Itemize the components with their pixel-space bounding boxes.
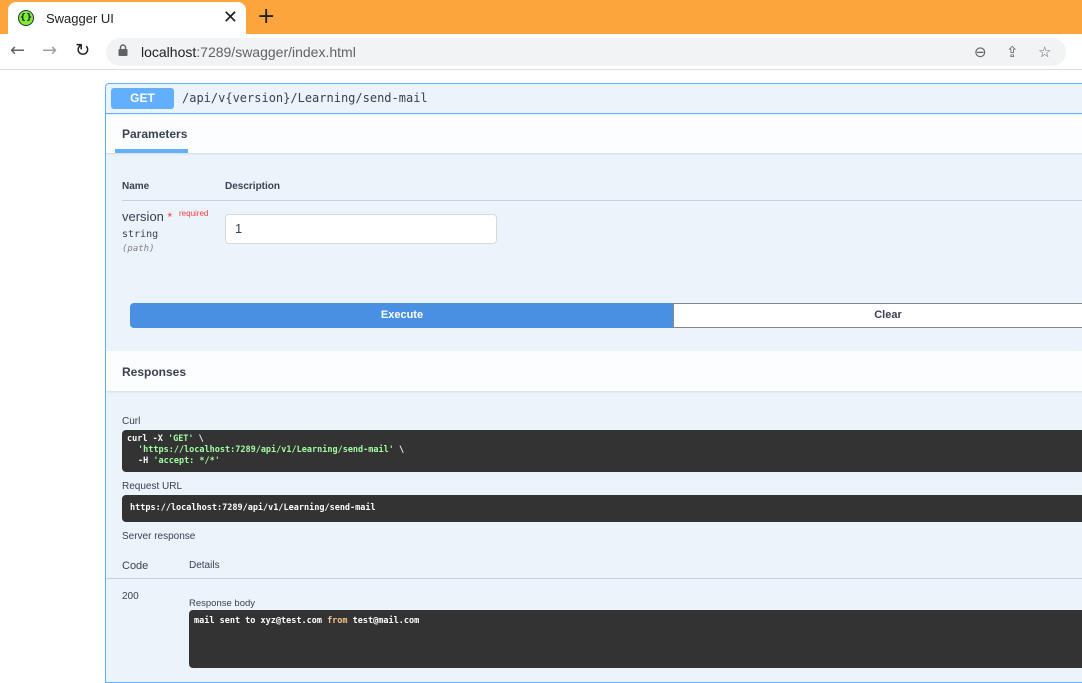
- swagger-favicon-icon: {}: [18, 10, 34, 26]
- tab-title: Swagger UI: [46, 10, 114, 26]
- request-url: https://localhost:7289/api/v1/Learning/s…: [130, 503, 376, 513]
- parameters-header: Parameters: [106, 115, 1082, 153]
- close-tab-icon[interactable]: ✕: [223, 8, 238, 28]
- curl-label: Curl: [122, 416, 141, 427]
- server-response-label: Server response: [122, 531, 196, 542]
- lock-icon[interactable]: [118, 44, 128, 56]
- operation-summary[interactable]: GET /api/v{version}/Learning/send-mail: [106, 84, 1082, 114]
- method-badge: GET: [111, 88, 174, 109]
- column-name-header: Name: [122, 181, 150, 192]
- new-tab-icon[interactable]: +: [257, 4, 275, 30]
- response-body-text: mail sent to xyz@test.com from test@mail…: [194, 616, 419, 626]
- responses-title: Responses: [122, 365, 187, 379]
- share-icon[interactable]: ⇪: [1006, 42, 1019, 62]
- swagger-page: GET /api/v{version}/Learning/send-mail P…: [0, 71, 1082, 683]
- zoom-icon[interactable]: ⊖: [974, 42, 987, 62]
- curl-line-3: -H 'accept: */*': [138, 456, 220, 466]
- operation-block-get: GET /api/v{version}/Learning/send-mail P…: [105, 83, 1082, 683]
- param-name-text: version: [122, 209, 164, 224]
- response-body-keyword: from: [327, 616, 348, 626]
- bookmark-star-icon[interactable]: ☆: [1038, 42, 1051, 62]
- curl-line-2: 'https://localhost:7289/api/v1/Learning/…: [138, 445, 404, 455]
- param-type: string: [122, 229, 159, 240]
- browser-tab-bar: {} Swagger UI ✕ +: [0, 0, 1082, 34]
- curl-line-1: curl -X 'GET' \: [127, 434, 204, 444]
- url-path: :7289/swagger/index.html: [196, 44, 356, 60]
- address-bar[interactable]: localhost:7289/swagger/index.html ⊖ ⇪ ☆: [106, 38, 1066, 66]
- request-url-label: Request URL: [122, 481, 183, 492]
- response-divider: [106, 578, 1082, 579]
- tab-parameters[interactable]: Parameters: [122, 127, 187, 141]
- param-name: version *: [122, 209, 172, 224]
- clear-button[interactable]: Clear: [673, 303, 1082, 328]
- response-body-part1: mail sent to xyz@test.com: [194, 616, 328, 626]
- responses-header: Responses: [106, 351, 1082, 391]
- required-label: required: [179, 209, 209, 218]
- browser-tab[interactable]: {} Swagger UI ✕: [8, 2, 246, 34]
- forward-arrow-icon[interactable]: →: [42, 40, 57, 62]
- response-body-block[interactable]: mail sent to xyz@test.com from test@mail…: [189, 610, 1082, 668]
- back-arrow-icon[interactable]: ←: [10, 40, 25, 62]
- curl-header: 'accept: */*': [153, 456, 220, 466]
- curl-method: 'GET': [167, 434, 194, 444]
- response-body-label: Response body: [189, 598, 256, 609]
- version-input[interactable]: 1: [225, 214, 497, 244]
- curl-cont-1: \: [193, 434, 204, 444]
- column-description-header: Description: [225, 181, 281, 192]
- request-url-block[interactable]: https://localhost:7289/api/v1/Learning/s…: [122, 495, 1082, 522]
- browser-toolbar: ← → ↻ localhost:7289/swagger/index.html …: [0, 34, 1082, 94]
- params-divider: [122, 200, 1082, 201]
- curl-url: 'https://localhost:7289/api/v1/Learning/…: [138, 445, 394, 455]
- curl-code-block[interactable]: curl -X 'GET' \ 'https://localhost:7289/…: [122, 430, 1082, 472]
- response-status-code: 200: [122, 591, 139, 602]
- curl-cmd: curl -X: [127, 434, 168, 444]
- response-body-part2: test@mail.com: [347, 616, 420, 626]
- operation-path: /api/v{version}/Learning/send-mail: [182, 91, 428, 105]
- url-host: localhost: [141, 44, 197, 60]
- response-details-header: Details: [189, 560, 220, 571]
- execute-button[interactable]: Execute: [130, 303, 674, 328]
- curl-cont-2: \: [393, 445, 405, 455]
- url-text[interactable]: localhost:7289/swagger/index.html: [141, 44, 356, 60]
- active-tab-indicator: [115, 149, 188, 153]
- response-code-header: Code: [122, 560, 149, 572]
- param-location: (path): [122, 244, 155, 254]
- reload-icon[interactable]: ↻: [75, 40, 90, 62]
- required-star: *: [167, 210, 173, 224]
- curl-header-flag: -H: [138, 456, 154, 466]
